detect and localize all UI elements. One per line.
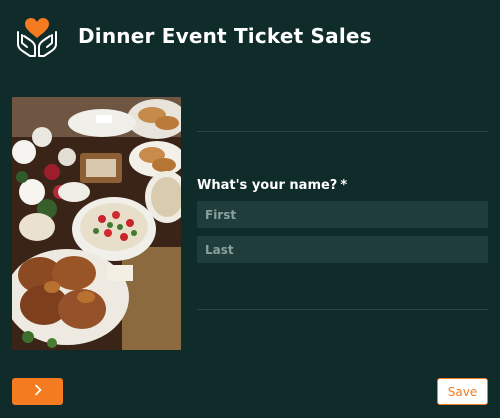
name-label-text: What's your name?	[197, 178, 338, 193]
last-name-input[interactable]	[197, 236, 488, 263]
next-button[interactable]	[12, 378, 63, 405]
section-divider-bottom	[197, 309, 488, 310]
save-button[interactable]: Save	[437, 378, 488, 405]
first-name-input[interactable]	[197, 201, 488, 228]
dinner-buffet-photo	[12, 97, 181, 350]
form-page: Dinner Event Ticket Sales What's your na…	[0, 0, 500, 418]
heart-hands-icon	[14, 14, 60, 60]
section-divider-top	[197, 131, 488, 132]
chevron-right-icon	[33, 384, 43, 399]
required-marker: *	[340, 178, 348, 193]
page-title: Dinner Event Ticket Sales	[78, 24, 372, 48]
name-question-label: What's your name? *	[197, 178, 347, 193]
